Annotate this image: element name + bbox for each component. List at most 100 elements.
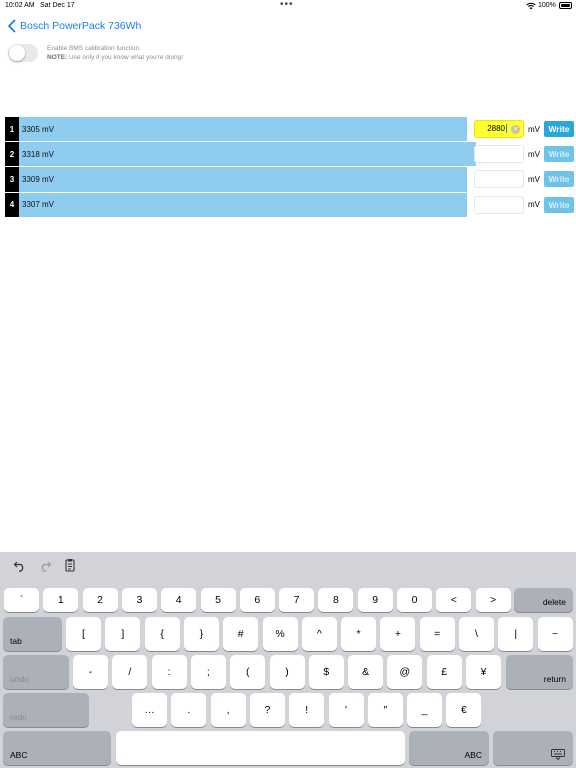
key[interactable]: ! xyxy=(289,693,325,727)
key[interactable]: [ xyxy=(66,617,101,651)
key[interactable]: ¥ xyxy=(466,655,501,689)
key[interactable]: ) xyxy=(269,655,305,689)
cell-unit: mV xyxy=(528,200,540,210)
key[interactable]: $ xyxy=(308,655,344,689)
space-bar[interactable] xyxy=(116,731,405,765)
status-time: 10:02 AM xyxy=(5,2,35,9)
clear-icon[interactable]: × xyxy=(511,125,520,134)
note-label: NOTE: xyxy=(47,53,68,61)
cell-target-input[interactable] xyxy=(474,170,524,189)
cell-row: 2 3318 mV mV Write xyxy=(5,142,576,168)
key[interactable]: 3 xyxy=(121,588,157,612)
cell-level-bar xyxy=(19,142,476,167)
key[interactable]: ? xyxy=(249,693,285,727)
cell-unit: mV xyxy=(528,124,540,134)
undo-icon[interactable] xyxy=(13,558,27,572)
key[interactable]: ` xyxy=(4,588,39,612)
cell-index: 4 xyxy=(5,192,19,217)
key[interactable]: # xyxy=(223,617,259,651)
tab-key[interactable]: tab xyxy=(3,617,62,651)
cell-voltage: 3309 mV xyxy=(22,174,55,184)
key[interactable]: ′ xyxy=(328,693,364,727)
delete-key[interactable]: delete xyxy=(514,588,573,612)
key[interactable]: = xyxy=(419,617,455,651)
keyboard-dismiss-icon xyxy=(551,749,565,760)
key[interactable]: 1 xyxy=(43,588,79,612)
cell-level-bar xyxy=(19,192,467,217)
write-button[interactable]: Write xyxy=(544,171,574,188)
key[interactable]: ″ xyxy=(367,693,403,727)
undo-key[interactable]: undo xyxy=(3,655,69,689)
key[interactable]: _ xyxy=(407,693,443,727)
key[interactable]: ; xyxy=(190,655,226,689)
key[interactable]: / xyxy=(112,655,148,689)
cell-level-bar xyxy=(19,167,467,192)
cell-index: 1 xyxy=(5,117,19,142)
abc-key[interactable]: ABC xyxy=(409,731,489,765)
cell-index: 3 xyxy=(5,167,19,192)
key[interactable]: & xyxy=(348,655,384,689)
cell-row: 3 3309 mV mV Write xyxy=(5,167,576,193)
key[interactable]: \ xyxy=(459,617,494,651)
key[interactable]: ^ xyxy=(301,617,337,651)
key[interactable]: . xyxy=(171,693,207,727)
paste-icon[interactable] xyxy=(63,558,77,572)
key[interactable]: * xyxy=(341,617,377,651)
calibration-line1: Enable BMS calibration function. xyxy=(47,45,141,52)
return-key[interactable]: return xyxy=(506,655,573,689)
key[interactable]: : xyxy=(151,655,187,689)
key[interactable]: , xyxy=(210,693,246,727)
key[interactable]: < xyxy=(436,588,472,612)
key[interactable]: ~ xyxy=(537,617,573,651)
cell-voltage: 3305 mV xyxy=(22,124,55,134)
key[interactable]: + xyxy=(380,617,416,651)
key[interactable]: 2 xyxy=(82,588,118,612)
key[interactable]: | xyxy=(498,617,534,651)
key[interactable]: 8 xyxy=(318,588,354,612)
key[interactable]: - xyxy=(73,655,108,689)
key[interactable]: } xyxy=(183,617,219,651)
calibration-note: NOTE: Use only if you know what you're d… xyxy=(47,54,183,63)
cell-level-bar xyxy=(19,117,467,142)
key[interactable]: { xyxy=(144,617,180,651)
cell-index: 2 xyxy=(5,142,19,167)
dismiss-keyboard-key[interactable] xyxy=(493,731,573,765)
key[interactable]: 9 xyxy=(357,588,393,612)
key[interactable]: £ xyxy=(426,655,462,689)
key[interactable]: 5 xyxy=(200,588,236,612)
cell-list: 1 3305 mV 2880 × mV Write 2 3318 mV mV Write 3 3309… xyxy=(5,117,576,218)
cell-target-input[interactable]: 2880 × xyxy=(474,120,524,138)
chevron-left-icon xyxy=(8,19,16,33)
redo-key[interactable]: redo xyxy=(3,693,89,727)
multitasking-dots-icon[interactable]: ••• xyxy=(280,0,294,10)
key[interactable]: > xyxy=(475,588,511,612)
cell-input-value: 2880 xyxy=(487,124,505,133)
toggle-knob xyxy=(9,45,25,61)
write-button[interactable]: Write xyxy=(544,196,574,213)
key[interactable]: % xyxy=(262,617,298,651)
abc-key[interactable]: ABC xyxy=(3,731,111,765)
status-date: Sat Dec 17 xyxy=(40,2,75,9)
cell-voltage: 3307 mV xyxy=(22,200,55,210)
key[interactable]: 7 xyxy=(279,588,315,612)
cell-target-input[interactable] xyxy=(474,195,524,214)
write-button[interactable]: Write xyxy=(544,146,574,163)
key[interactable]: ( xyxy=(230,655,266,689)
write-button[interactable]: Write xyxy=(544,121,574,137)
note-text: Use only if you know what you're doing! xyxy=(67,53,184,61)
back-button[interactable]: Bosch PowerPack 736Wh xyxy=(6,17,141,35)
key[interactable]: ] xyxy=(105,617,141,651)
cell-row: 4 3307 mV mV Write xyxy=(5,192,576,218)
key[interactable]: @ xyxy=(387,655,423,689)
key[interactable]: 0 xyxy=(397,588,432,612)
text-caret xyxy=(506,124,507,134)
cell-target-input[interactable] xyxy=(474,145,524,164)
key[interactable]: € xyxy=(446,693,482,727)
key[interactable]: 6 xyxy=(239,588,275,612)
screen: 10:02 AM Sat Dec 17 ••• 100% Bosch Power… xyxy=(0,0,576,768)
redo-icon[interactable] xyxy=(38,558,52,572)
key[interactable]: … xyxy=(132,693,167,727)
key[interactable]: 4 xyxy=(161,588,197,612)
back-label: Bosch PowerPack 736Wh xyxy=(20,20,142,32)
bms-calibration-toggle[interactable] xyxy=(8,44,38,62)
